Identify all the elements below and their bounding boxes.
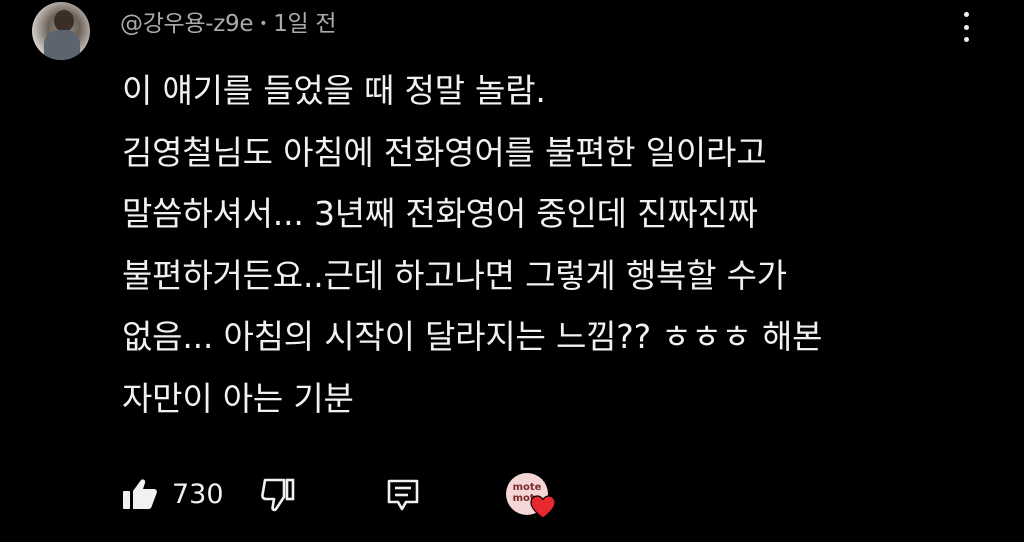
meta-separator: •: [259, 16, 268, 32]
creator-heart-badge[interactable]: mote mote: [506, 473, 562, 523]
more-dot: [963, 24, 969, 30]
thumb-down-icon: [261, 478, 295, 512]
comment-line: 김영철님도 아침에 전화영어를 불편한 일이라고: [122, 132, 767, 172]
author-name[interactable]: @강우용-z9e: [120, 11, 254, 37]
avatar-body-shape: [44, 30, 80, 60]
reply-icon: [387, 479, 419, 511]
comment-header: @강우용-z9e • 1일 전: [120, 4, 337, 38]
comment-body: 이 얘기를 들었을 때 정말 놀람. 김영철님도 아침에 전화영어를 불편한 일…: [122, 60, 982, 429]
comment-line: 불편하거든요..근데 하고나면 그렇게 행복할 수가: [122, 255, 787, 295]
dislike-button[interactable]: [260, 478, 296, 512]
author-avatar[interactable]: [32, 2, 90, 60]
comment-time[interactable]: 1일 전: [273, 11, 336, 37]
avatar-head-shape: [54, 10, 74, 32]
thumb-up-icon: [123, 479, 157, 509]
like-button[interactable]: [122, 478, 158, 510]
comment-line: 이 얘기를 들었을 때 정말 놀람.: [122, 71, 546, 110]
more-dot: [963, 12, 969, 17]
more-vert-icon[interactable]: [958, 12, 974, 42]
comment-thread: @강우용-z9e • 1일 전 이 얘기를 들었을 때 정말 놀람. 김영철님도 아…: [0, 0, 1024, 542]
creator-heart-icon: [530, 495, 556, 519]
more-dot: [963, 37, 969, 42]
comment-line: 말씀하셔서... 3년째 전화영어 중인데 진짜진짜: [122, 194, 758, 233]
like-count: 730: [172, 479, 224, 510]
comment-line: 자만이 아는 기분: [122, 378, 354, 418]
comment-actions: 730 mote mote: [120, 470, 580, 520]
reply-button[interactable]: [386, 478, 420, 512]
comment-line: 없음... 아침의 시작이 달라지는 느낌?? ㅎㅎㅎ 해본: [122, 317, 823, 356]
creator-avatar-text: mote: [512, 482, 542, 493]
